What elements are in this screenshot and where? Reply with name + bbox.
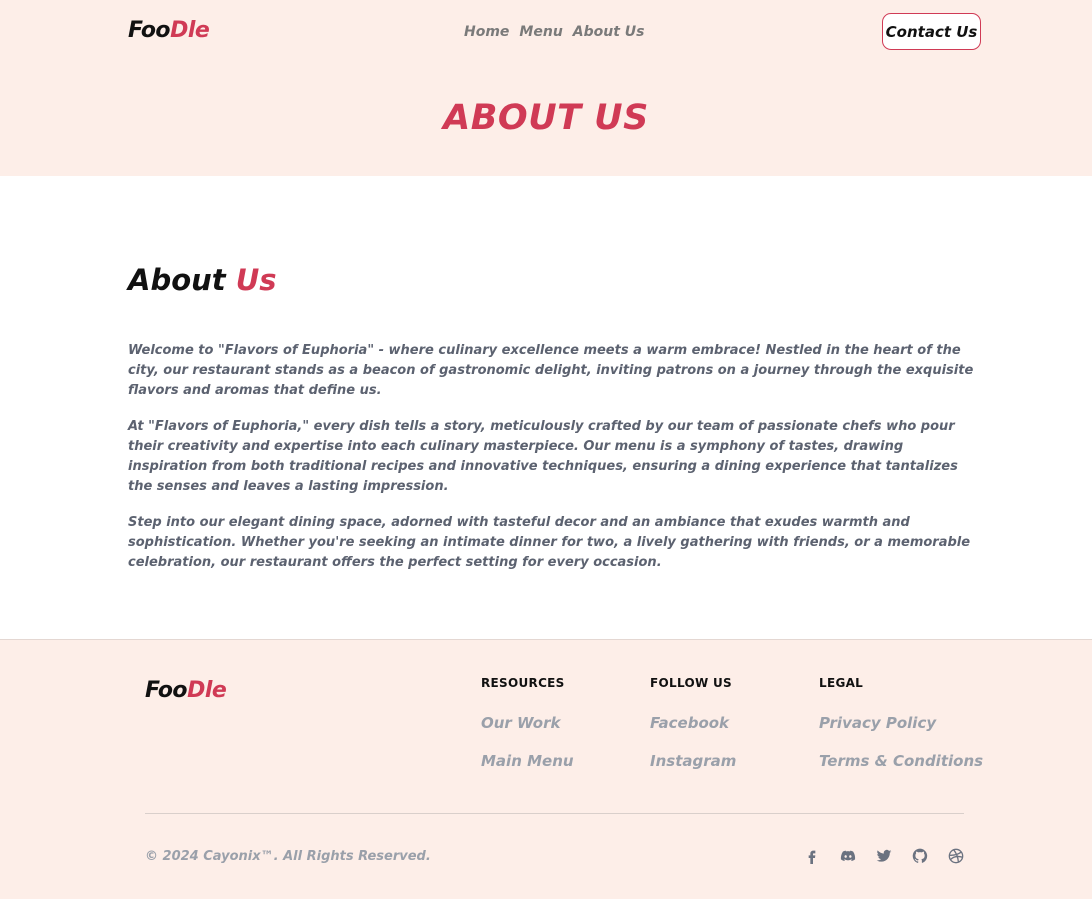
dribbble-icon[interactable]	[948, 848, 964, 864]
section-heading-part2: Us	[235, 263, 277, 297]
footer-col-resources: RESOURCES Our Work Main Menu	[481, 676, 574, 790]
nav-links: Home Menu About Us	[464, 24, 645, 40]
nav-link-menu[interactable]: Menu	[519, 24, 562, 40]
social-icons	[804, 848, 964, 864]
twitter-icon[interactable]	[876, 848, 892, 864]
footer-col-follow: FOLLOW US Facebook Instagram	[650, 676, 736, 790]
copyright-text: © 2024 Cayonix™. All Rights Reserved.	[145, 849, 431, 864]
footer: FooDle RESOURCES Our Work Main Menu FOLL…	[0, 639, 1092, 899]
logo-text-part1: Foo	[128, 18, 171, 43]
footer-link-main-menu[interactable]: Main Menu	[481, 752, 574, 770]
section-heading-part1: About	[128, 263, 226, 297]
footer-divider	[145, 813, 964, 814]
about-text: Welcome to "Flavors of Euphoria" - where…	[128, 341, 984, 589]
footer-link-terms[interactable]: Terms & Conditions	[819, 752, 983, 770]
footer-link-instagram[interactable]: Instagram	[650, 752, 736, 770]
section-heading: About Us	[128, 263, 277, 297]
nav-link-home[interactable]: Home	[464, 24, 509, 40]
logo-text-part2: Dle	[170, 18, 210, 43]
github-icon[interactable]	[912, 848, 928, 864]
footer-col-title: RESOURCES	[481, 676, 565, 690]
about-paragraph: Step into our elegant dining space, ador…	[128, 515, 971, 570]
facebook-icon[interactable]	[804, 848, 820, 864]
brand-logo[interactable]: FooDle	[128, 18, 210, 43]
hero-section: FooDle Home Menu About Us Contact Us ABO…	[0, 0, 1092, 176]
footer-link-privacy[interactable]: Privacy Policy	[819, 714, 983, 732]
footer-col-title: FOLLOW US	[650, 676, 732, 690]
about-paragraph: Welcome to "Flavors of Euphoria" - where…	[128, 343, 974, 398]
page-title: ABOUT US	[443, 98, 649, 138]
discord-icon[interactable]	[840, 848, 856, 864]
top-navbar: FooDle Home Menu About Us Contact Us	[0, 0, 1092, 64]
footer-logo[interactable]: FooDle	[145, 678, 227, 703]
footer-link-our-work[interactable]: Our Work	[481, 714, 574, 732]
footer-logo-part1: Foo	[145, 678, 188, 703]
about-paragraph: At "Flavors of Euphoria," every dish tel…	[128, 419, 958, 494]
footer-col-legal: LEGAL Privacy Policy Terms & Conditions	[819, 676, 983, 790]
footer-logo-part2: Dle	[187, 678, 227, 703]
nav-link-about[interactable]: About Us	[573, 24, 645, 40]
contact-us-button[interactable]: Contact Us	[882, 13, 981, 50]
footer-link-facebook[interactable]: Facebook	[650, 714, 736, 732]
footer-col-title: LEGAL	[819, 676, 864, 690]
